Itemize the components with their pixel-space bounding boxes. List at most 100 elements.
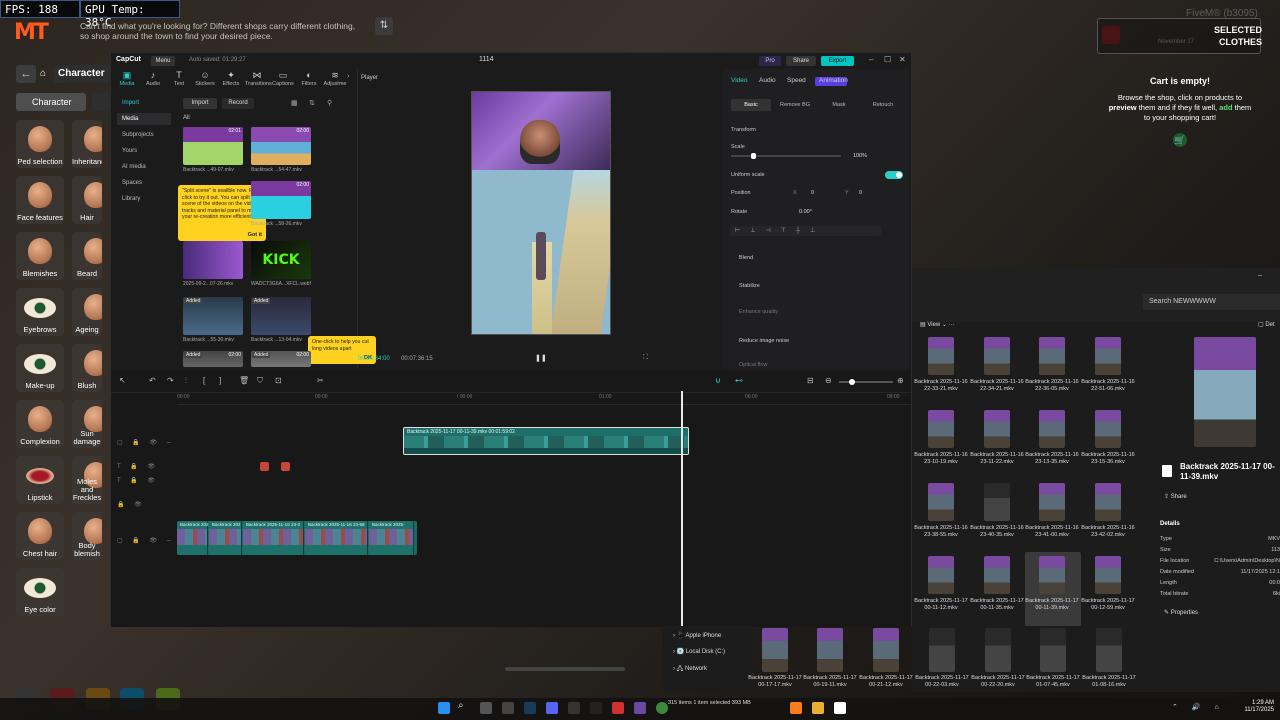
file-name[interactable]: Backtrack 2025-11-16 22-33-21.mkv: [913, 379, 969, 392]
file-thumbnail[interactable]: [1095, 483, 1121, 521]
file-name[interactable]: Backtrack 2025-11-16 22-36-05.mkv: [1024, 379, 1080, 392]
file-name[interactable]: Backtrack 2025-11-16 23-13-35.mkv: [1024, 452, 1080, 465]
track-controls[interactable]: T 🔒 👁: [117, 477, 159, 484]
file-thumbnail[interactable]: [928, 410, 954, 448]
nav-item[interactable]: Library: [117, 193, 171, 205]
app-icon[interactable]: [634, 702, 646, 714]
app-icon[interactable]: [502, 702, 514, 714]
file-name[interactable]: Backtrack 2025-11-16 23-42-02.mkv: [1080, 525, 1136, 538]
pro-button[interactable]: Pro: [759, 56, 781, 66]
subtab-basic[interactable]: Basic: [731, 99, 771, 111]
nav-item[interactable]: Yours: [117, 145, 171, 157]
toolbar-transitions[interactable]: ⋈ Transitions: [245, 70, 272, 87]
character-tile[interactable]: Lipstick: [16, 456, 64, 504]
file-name[interactable]: Backtrack 2025-11-17 00-11-35.mkv: [969, 598, 1025, 611]
file-thumbnail[interactable]: [1040, 628, 1066, 672]
magnet-icon[interactable]: ⊍: [715, 376, 721, 385]
search-input[interactable]: Search NEWWWWW: [1143, 294, 1280, 310]
zoom-in-icon[interactable]: ⊕: [897, 376, 904, 385]
rotate-input[interactable]: 0.00°: [799, 209, 812, 215]
file-name[interactable]: Backtrack 2025-11-17 00-11-39.mkv: [1024, 598, 1080, 611]
pause-icon[interactable]: ❚❚: [535, 354, 547, 362]
zoom-slider-handle[interactable]: [849, 379, 855, 385]
file-thumbnail[interactable]: [1039, 410, 1065, 448]
link-icon[interactable]: ⊷: [735, 376, 743, 385]
menu-button[interactable]: Menu: [151, 56, 175, 66]
subtab-mask[interactable]: Mask: [819, 99, 859, 111]
video-clip-segment[interactable]: Backtrack 202: [209, 521, 242, 555]
import-button[interactable]: Import: [183, 98, 217, 109]
file-thumbnail[interactable]: [928, 483, 954, 521]
file-thumbnail[interactable]: [817, 628, 843, 672]
file-thumbnail[interactable]: [1039, 337, 1065, 375]
track-controls[interactable]: T 🔒 👁: [117, 463, 159, 470]
file-name[interactable]: Backtrack 2025-11-16 22-51-06.mkv: [1080, 379, 1136, 392]
split-icon[interactable]: ⫶: [185, 376, 187, 386]
file-thumbnail[interactable]: [928, 556, 954, 594]
record-button[interactable]: Record: [222, 98, 254, 109]
tab-speed[interactable]: Speed: [787, 77, 806, 84]
file-thumbnail[interactable]: [762, 628, 788, 672]
chrome-icon[interactable]: [656, 702, 668, 714]
file-thumbnail[interactable]: [1095, 556, 1121, 594]
nav-tree-item[interactable]: › 💽 Local Disk (C:): [673, 648, 725, 655]
align-buttons[interactable]: ⊢⊥⊣⊤┼⊥: [731, 226, 881, 236]
file-name[interactable]: Backtrack 2025-11-16 23-10-19.mkv: [913, 452, 969, 465]
nav-item[interactable]: Import: [117, 97, 171, 109]
character-tile[interactable]: Sun damage: [72, 400, 102, 448]
character-tile[interactable]: Blush: [72, 344, 102, 392]
file-name[interactable]: Backtrack 2025-11-17 00-11-12.mkv: [913, 598, 969, 611]
file-name[interactable]: Backtrack 2025-11-16 23-40-35.mkv: [969, 525, 1025, 538]
got-it-button[interactable]: Got it: [248, 232, 262, 239]
auto-cut-icon[interactable]: ✂: [317, 376, 324, 385]
home-icon[interactable]: ⌂: [40, 68, 46, 79]
character-tile[interactable]: Make-up: [16, 344, 64, 392]
file-thumbnail[interactable]: [929, 628, 955, 672]
toolbar-sticker[interactable]: ☺ Stickers: [193, 70, 217, 87]
fullscreen-icon[interactable]: ⛶: [643, 354, 648, 362]
file-name[interactable]: Backtrack 2025-11-16 23-11-22.mkv: [969, 452, 1025, 465]
file-thumbnail[interactable]: [1095, 410, 1121, 448]
folder-icon[interactable]: [812, 702, 824, 714]
character-tile[interactable]: Inheritance: [72, 120, 102, 168]
maximize-icon[interactable]: ☐: [884, 55, 891, 64]
details-pane-icon[interactable]: ▢ Det: [1258, 321, 1275, 328]
media-item[interactable]: 02:00 Added: [183, 351, 243, 367]
zoom-out-icon[interactable]: ⊖: [825, 376, 832, 385]
video-preview[interactable]: [471, 91, 611, 335]
steam-icon[interactable]: [524, 702, 536, 714]
back-button[interactable]: ←: [16, 65, 36, 83]
toolbar-adjust[interactable]: ≋ Adjustme: [323, 70, 347, 87]
file-name[interactable]: Backtrack 2025-11-16 23-41-00.mkv: [1024, 525, 1080, 538]
media-item[interactable]: Added: [183, 297, 243, 335]
file-name[interactable]: Backtrack 2025-11-17 00-22-03.mkv: [914, 675, 970, 688]
character-tile[interactable]: Beard: [72, 232, 102, 280]
grid-view-icon[interactable]: ▦: [291, 99, 298, 107]
view-menu[interactable]: ▤ View ⌄ ···: [920, 321, 955, 328]
split-left-icon[interactable]: [: [203, 376, 205, 385]
media-item[interactable]: 02:00: [251, 181, 311, 219]
bottom-video-clips[interactable]: Backtrack 202 Backtrack 202 Backtrack 2025…: [177, 521, 417, 555]
playhead[interactable]: [681, 391, 683, 627]
file-name[interactable]: Backtrack 2025-11-17 00-22-20.mkv: [970, 675, 1026, 688]
shield-icon[interactable]: ⛉: [257, 376, 263, 386]
file-thumbnail[interactable]: [1096, 628, 1122, 672]
file-name[interactable]: Backtrack 2025-11-17 00-17-17.mkv: [747, 675, 803, 688]
text-marker[interactable]: [281, 462, 290, 471]
scale-slider[interactable]: [731, 153, 841, 159]
zoom-slider[interactable]: [839, 379, 893, 385]
select-tool-icon[interactable]: ↖: [119, 376, 126, 385]
minimize-icon[interactable]: –: [869, 55, 873, 64]
undo-icon[interactable]: ↶: [149, 376, 156, 385]
file-thumbnail[interactable]: [928, 337, 954, 375]
tab-video[interactable]: Video: [731, 77, 748, 84]
character-tile[interactable]: Blemishes: [16, 232, 64, 280]
track-controls[interactable]: ▢ 🔒 👁 ─: [117, 439, 175, 446]
filter-icon[interactable]: ⚲: [327, 99, 332, 107]
app-icon[interactable]: [612, 702, 624, 714]
file-thumbnail[interactable]: [984, 556, 1010, 594]
file-name[interactable]: Backtrack 2025-11-16 23-38-55.mkv: [913, 525, 969, 538]
nav-tree-item[interactable]: › 📱 Apple iPhone: [673, 632, 721, 639]
redo-icon[interactable]: ↷: [167, 376, 174, 385]
nav-item[interactable]: Spaces: [117, 177, 171, 189]
